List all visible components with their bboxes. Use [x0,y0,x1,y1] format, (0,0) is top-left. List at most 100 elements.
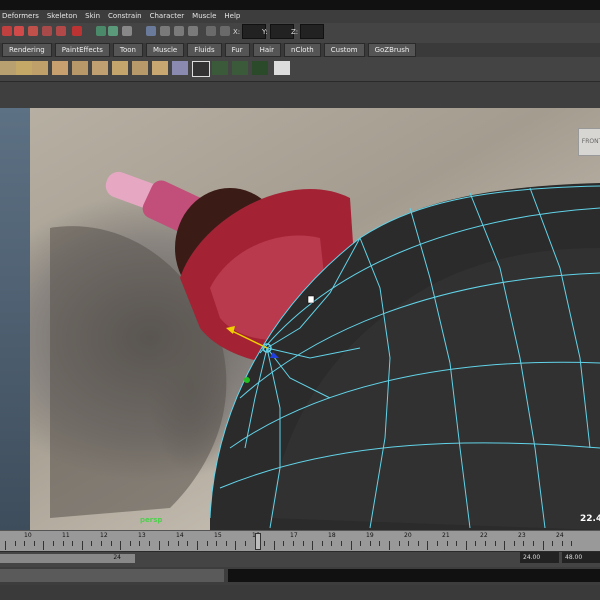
tab-toon[interactable]: Toon [112,43,143,57]
timeline-tick [72,541,74,546]
menu-bar: Deformers Skeleton Skin Constrain Charac… [0,10,600,23]
timeline-tick [523,541,525,546]
shelf-smooth-icon[interactable] [172,61,188,75]
timeline-tick [456,541,458,546]
tab-hair[interactable]: Hair [252,43,282,57]
timeline-tick [283,541,285,546]
y-label: Y: [262,27,268,36]
menu-deformers[interactable]: Deformers [2,10,39,23]
playback-end-field[interactable]: 24.00 [520,552,559,563]
shelf-tool-icon[interactable] [0,61,16,75]
timeline-tick [24,541,26,546]
snap-grid-icon[interactable] [14,26,24,36]
tab-ncloth[interactable]: nCloth [284,43,321,57]
range-slider[interactable]: 24 [0,554,135,563]
current-frame-marker[interactable] [255,533,261,550]
magnet-icon[interactable] [2,26,12,36]
shelf-bevel-icon[interactable] [72,61,88,75]
tab-fur[interactable]: Fur [224,43,250,57]
time-slider[interactable]: 10 11 12 13 14 15 16 17 18 19 20 21 22 2… [0,530,600,551]
timeline-tick [187,541,189,546]
left-panel [0,108,30,530]
tab-custom[interactable]: Custom [323,43,365,57]
tab-fluids[interactable]: Fluids [187,43,222,57]
anim-end-field[interactable]: 48.00 [562,552,600,563]
timeline-tick [177,541,179,546]
timeline-tick [43,541,45,550]
shelf-bridge-icon[interactable] [92,61,108,75]
shelf-unfold-icon[interactable] [232,61,248,75]
timeline-tick [53,541,54,546]
timeline-tick [158,541,160,550]
timeline-tick [494,541,496,546]
timeline-tick [398,541,400,546]
snap-plane-icon[interactable] [56,26,66,36]
tab-rendering[interactable]: Rendering [2,43,52,57]
shelf-checker-icon[interactable] [192,61,210,77]
z-input[interactable] [300,24,325,39]
snap-point-icon[interactable] [42,26,52,36]
timeline-tick [465,541,467,550]
timeline-tick [5,541,6,550]
timeline-tick [475,541,477,546]
view-cube[interactable]: FRONT [578,128,600,156]
timeline-tick [437,541,438,546]
tab-painteffects[interactable]: PaintEffects [54,43,110,57]
history-icon[interactable] [96,26,106,36]
menu-constrain[interactable]: Constrain [108,10,142,23]
menu-help[interactable]: Help [224,10,240,23]
timeline-tick [33,541,35,546]
shelf-merge-icon[interactable] [112,61,128,75]
timeline-tick [341,541,342,546]
z-field-group: Z: [291,24,325,39]
timeline-tick [225,541,227,546]
shelf-checker-map-icon[interactable] [274,61,290,75]
render-view-icon[interactable] [146,26,156,36]
history-on-icon[interactable] [108,26,118,36]
transform-mode-icon[interactable] [220,26,230,36]
y-field-group: Y: [262,24,294,39]
snap-curve-icon[interactable] [28,26,38,36]
shelf-append-icon[interactable] [152,61,168,75]
timeline-tick [302,541,304,546]
timeline-tick [206,541,208,546]
timeline-tick [408,541,410,546]
tick-24: 24 [556,532,564,539]
hypershade-icon[interactable] [206,26,216,36]
script-icon[interactable] [122,26,132,36]
timeline-tick [504,541,506,550]
render-settings-icon[interactable] [188,26,198,36]
menu-muscle[interactable]: Muscle [192,10,216,23]
menu-skin[interactable]: Skin [85,10,100,23]
render-icon[interactable] [160,26,170,36]
shelf-split-icon[interactable] [132,61,148,75]
timeline-tick [561,541,563,546]
timeline-tick [552,541,554,546]
timeline-tick [293,541,294,546]
timeline-tick [542,541,544,550]
viewport-persp[interactable]: FRONT [30,108,600,530]
title-strip [0,0,600,10]
tab-muscle[interactable]: Muscle [145,43,185,57]
snap-live-icon[interactable] [72,26,82,36]
shelf-box-icon[interactable] [32,61,48,75]
menu-character[interactable]: Character [150,10,185,23]
timeline-tick [417,541,419,546]
shelf-extrude-icon[interactable] [52,61,68,75]
ipr-icon[interactable] [174,26,184,36]
tick-20: 20 [404,532,412,539]
timeline-tick [571,541,573,546]
timeline-tick [369,541,371,546]
command-input[interactable] [0,569,224,582]
shelf-icons [0,57,600,82]
tick-18: 18 [328,532,336,539]
timeline-tick [389,541,390,550]
menu-skeleton[interactable]: Skeleton [47,10,77,23]
shelf-uv-icon[interactable] [212,61,228,75]
timeline-tick [120,541,122,550]
shelf-layout-icon[interactable] [252,61,268,75]
shelf-cube-icon[interactable] [16,61,32,75]
timeline-tick [446,541,448,546]
tab-gozbrush[interactable]: GoZBrush [367,43,417,57]
timeline-tick [168,541,170,546]
